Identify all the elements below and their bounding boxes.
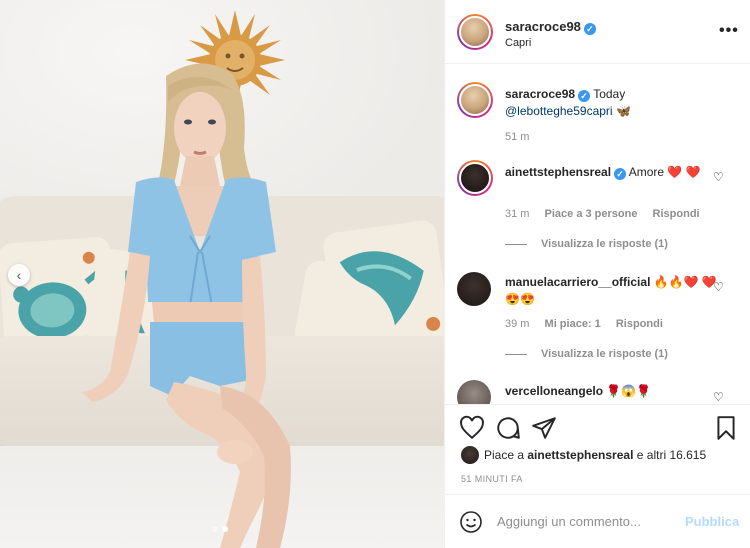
commenter-avatar[interactable] [457, 272, 491, 306]
carousel-dot [212, 526, 218, 532]
post-header: saracroce98 ✓ Capri ••• [445, 0, 750, 64]
comment: vercelloneangelo 🌹😱🌹 ♡ [445, 380, 750, 404]
carousel-dot-active [222, 526, 228, 532]
post-photo[interactable]: ‹ [0, 0, 444, 548]
verified-badge-icon: ✓ [583, 23, 596, 35]
like-comment-heart-icon[interactable]: ♡ [713, 280, 724, 294]
comment-emoji: ❤️ ❤️ [667, 165, 701, 179]
publish-button[interactable]: Pubblica [685, 514, 739, 529]
liker-avatar [461, 446, 479, 464]
emoji-smiley-icon[interactable] [459, 510, 483, 534]
comment-input[interactable]: Aggiungi un commento... [497, 514, 641, 529]
comment-age: 39 m [505, 318, 530, 330]
more-options-button[interactable]: ••• [719, 22, 739, 40]
view-replies-button[interactable]: Visualizza le risposte (1) [505, 238, 668, 250]
comment-username[interactable]: vercelloneangelo [505, 384, 603, 398]
commenter-avatar[interactable] [457, 380, 491, 404]
likes-prefix: Piace a [484, 448, 525, 462]
like-comment-heart-icon[interactable]: ♡ [713, 170, 724, 184]
likes-suffix[interactable]: e altri 16.615 [637, 448, 706, 462]
caption-avatar[interactable] [457, 82, 493, 118]
view-replies-button[interactable]: Visualizza le risposte (1) [505, 348, 668, 360]
carousel-indicator [212, 526, 228, 532]
caption-mention[interactable]: @lebotteghe59capri [505, 104, 613, 118]
comment-username[interactable]: ainettstephensreal [505, 165, 611, 179]
view-replies-label: Visualizza le risposte (1) [541, 348, 668, 360]
caption-age: 51 m [505, 131, 530, 143]
like-comment-heart-icon[interactable]: ♡ [713, 390, 724, 404]
like-heart-icon[interactable] [459, 415, 485, 441]
comment-text: Amore [628, 165, 665, 179]
comment-likes-link[interactable]: Piace a 3 persone [545, 208, 638, 220]
caption-username[interactable]: saracroce98 [505, 87, 575, 101]
comment-age: 31 m [505, 208, 530, 220]
comment-emoji: 🌹😱🌹 [606, 384, 652, 398]
comment: manuelacarriero__official 🔥🔥❤️ ❤️😍😍 ♡ 39… [445, 270, 750, 374]
post-sidebar: saracroce98 ✓ Capri ••• saracroce98 ✓ Toda… [444, 0, 750, 548]
action-bar [445, 404, 750, 452]
author-username[interactable]: saracroce98 [505, 19, 581, 34]
comment: ainettstephensreal ✓ Amore ❤️ ❤️ ♡ 31 m P… [445, 160, 750, 264]
woman-figure [82, 63, 291, 548]
comment-composer: Aggiungi un commento... Pubblica [445, 494, 750, 548]
caption-time-label: Today [593, 87, 626, 101]
chevron-left-icon: ‹ [16, 267, 22, 283]
reply-button[interactable]: Rispondi [616, 318, 663, 330]
more-horizontal-icon: ••• [719, 22, 739, 39]
author-avatar[interactable] [457, 14, 493, 50]
share-send-icon[interactable] [531, 415, 557, 441]
post-timestamp: 51 MINUTI FA [461, 474, 523, 484]
likes-user[interactable]: ainettstephensreal [527, 448, 633, 462]
butterfly-emoji: 🦋 [615, 104, 631, 118]
verified-badge-icon: ✓ [578, 90, 591, 102]
likes-summary: Piace a ainettstephensreal e altri 16.61… [461, 446, 706, 464]
comment-username[interactable]: manuelacarriero__official [505, 275, 650, 289]
verified-badge-icon: ✓ [614, 168, 627, 180]
author-username-link[interactable]: saracroce98 ✓ [505, 19, 596, 35]
comment-likes-link[interactable]: Mi piace: 1 [545, 318, 601, 330]
commenter-avatar[interactable] [457, 160, 493, 196]
comment-bubble-icon[interactable] [495, 415, 521, 441]
bookmark-icon[interactable] [713, 415, 739, 441]
comments-list: saracroce98 ✓ Today @lebotteghe59capri 🦋 … [445, 64, 750, 404]
view-replies-label: Visualizza le risposte (1) [541, 238, 668, 250]
caption: saracroce98 ✓ Today @lebotteghe59capri 🦋 … [445, 82, 750, 152]
reply-button[interactable]: Rispondi [653, 208, 700, 220]
post-location[interactable]: Capri [505, 37, 531, 49]
previous-slide-button[interactable]: ‹ [8, 264, 30, 286]
